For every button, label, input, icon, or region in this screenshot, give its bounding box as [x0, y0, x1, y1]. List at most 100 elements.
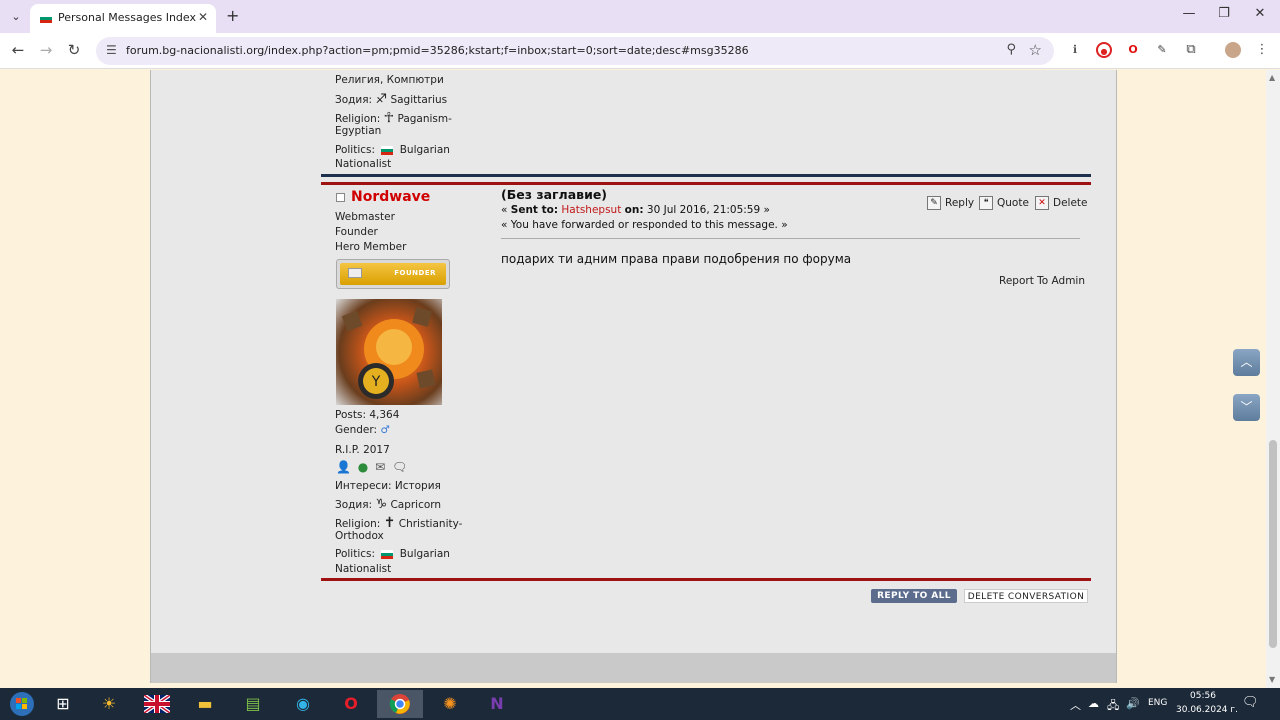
forward-arrow-icon[interactable]: → [36, 41, 56, 59]
id-card-icon [348, 268, 362, 278]
capricorn-icon: ♑ [375, 497, 388, 512]
founder-badge: FOUNDER [336, 259, 450, 289]
prev-religion-label: Religion: [335, 113, 381, 125]
prev-politics-value-2: Nationalist [335, 158, 392, 170]
tab-personal-messages[interactable]: Personal Messages Index ✕ [30, 4, 216, 33]
opera-browser-icon[interactable]: O [328, 690, 374, 718]
recipient-link[interactable]: Hatshepsut [561, 204, 621, 216]
extension-pen-icon[interactable]: ✎ [1154, 42, 1170, 58]
clock-time[interactable]: 05:56 [1190, 691, 1216, 701]
gender: Gender: ♂ [335, 424, 390, 436]
onenote-app-icon[interactable]: N [474, 690, 520, 718]
uk-language-flag-icon[interactable] [134, 690, 180, 718]
member-group: Hero Member [335, 241, 407, 253]
tab-search-chevron-icon[interactable]: ⌄ [6, 7, 26, 27]
personal-message-icon[interactable]: 🗨 [392, 460, 407, 474]
lion-emblem-icon: Y [341, 307, 436, 399]
post-separator [321, 174, 1091, 177]
start-button[interactable] [0, 690, 44, 718]
prev-religion-value-2: Egyptian [335, 125, 382, 137]
address-bar[interactable]: ☰ forum.bg-nacionalisti.org/index.php?ac… [96, 37, 1054, 65]
tab-bar: ⌄ Personal Messages Index ✕ + — ❐ ✕ [0, 0, 1280, 33]
network-icon[interactable]: 🖧 [1107, 697, 1119, 716]
extension-adblock-icon[interactable]: ● [1096, 42, 1112, 58]
scroll-down-arrow-icon[interactable]: ▼ [1269, 675, 1275, 684]
menu-kebab-icon[interactable]: ⋮ [1254, 42, 1270, 58]
custom-text: R.I.P. 2017 [335, 444, 390, 456]
close-window-button[interactable]: ✕ [1250, 6, 1270, 21]
report-to-admin-link[interactable]: Report To Admin [999, 275, 1085, 287]
delete-conversation-button[interactable]: DELETE CONVERSATION [964, 589, 1088, 603]
edge-browser-icon[interactable]: ◉ [280, 690, 326, 718]
message-subject: (Без заглавие) [501, 187, 608, 202]
extension-info-icon[interactable]: ℹ [1067, 42, 1083, 58]
volume-icon[interactable]: 🔊 [1126, 697, 1140, 710]
xnview-app-icon[interactable]: ✺ [427, 690, 473, 718]
forum-footer [151, 653, 1116, 683]
reload-icon[interactable]: ↻ [64, 41, 84, 59]
reply-to-all-button[interactable]: REPLY TO ALL [871, 589, 957, 603]
scroll-to-bottom-button[interactable]: ﹀ [1233, 394, 1260, 421]
quote-button[interactable]: ❝ Quote [979, 196, 1029, 210]
post-bottom-border [321, 578, 1091, 581]
site-info-icon[interactable]: ☰ [106, 43, 117, 57]
prev-interests: Религия, Компютри [335, 74, 444, 86]
email-icon[interactable]: ✉ [375, 460, 385, 474]
prev-zodiac-value: Sagittarius [390, 94, 448, 106]
extensions-puzzle-icon[interactable]: ⧉ [1183, 42, 1199, 58]
sent-prefix: « [501, 204, 511, 216]
sagittarius-icon: ♐ [375, 92, 388, 107]
file-explorer-icon[interactable]: ▬ [182, 690, 228, 718]
scroll-to-top-button[interactable]: ︿ [1233, 349, 1260, 376]
sent-to-label: Sent to: [510, 204, 559, 216]
notification-center-icon[interactable]: 🗨 [1242, 695, 1259, 710]
prev-zodiac-label: Зодия: [335, 94, 373, 106]
tab-title: Personal Messages Index [58, 11, 196, 24]
prev-religion-value: Paganism- [397, 113, 452, 125]
zoom-icon[interactable]: ⚲ [1006, 42, 1016, 57]
windows-taskbar: ⊞ ☀ ▬ ▤ ◉ O ✺ N ︿ ☁ 🖧 🔊 ENG 05:56 30.06.… [0, 688, 1280, 720]
profile-icon[interactable]: 👤 [336, 460, 351, 474]
new-tab-button[interactable]: + [226, 6, 239, 25]
tray-overflow-chevron-icon[interactable]: ︿ [1070, 697, 1081, 713]
clock-date[interactable]: 30.06.2024 г. [1176, 705, 1238, 715]
task-view-icon[interactable]: ⊞ [40, 690, 86, 718]
religion: Religion: ✝ Christianity- [335, 515, 462, 531]
member-title-webmaster: Webmaster [335, 211, 395, 223]
member-title-founder: Founder [335, 226, 378, 238]
page-scrollbar[interactable]: ▲ ▼ [1266, 70, 1280, 688]
poster-username[interactable]: Nordwave [351, 189, 430, 205]
founder-badge-text: FOUNDER [394, 269, 436, 277]
maximize-button[interactable]: ❐ [1214, 6, 1234, 21]
contact-icons: 👤 ● ✉ 🗨 [336, 460, 410, 474]
minimize-button[interactable]: — [1179, 6, 1199, 21]
bookmark-star-icon[interactable]: ☆ [1029, 41, 1042, 59]
message-header: « Sent to: Hatshepsut on: 30 Jul 2016, 2… [501, 204, 770, 216]
profile-avatar[interactable] [1225, 42, 1241, 58]
prev-politics-label: Politics: [335, 144, 376, 156]
scrollbar-thumb[interactable] [1269, 440, 1277, 648]
on-label: on: [624, 204, 644, 216]
tab-close-icon[interactable]: ✕ [198, 10, 208, 24]
delete-button[interactable]: ✕ Delete [1035, 196, 1088, 210]
cross-icon: ✝ [383, 515, 396, 531]
bulgaria-flag-icon [40, 14, 52, 23]
reply-button[interactable]: ✎ Reply [927, 196, 974, 210]
zodiac: Зодия: ♑ Capricorn [335, 497, 441, 512]
url-text[interactable]: forum.bg-nacionalisti.org/index.php?acti… [126, 44, 749, 57]
reply-label: Reply [945, 197, 975, 209]
extension-opera-icon[interactable]: O [1125, 42, 1141, 58]
religion-value: Christianity- [398, 518, 463, 530]
website-globe-icon[interactable]: ● [358, 460, 368, 474]
back-arrow-icon[interactable]: ← [8, 41, 28, 59]
notepad-app-icon[interactable]: ▤ [230, 690, 276, 718]
tray-cloud-icon[interactable]: ☁ [1088, 697, 1099, 710]
chrome-browser-icon[interactable] [377, 690, 423, 718]
weather-icon[interactable]: ☀ [86, 690, 132, 718]
chrome-logo-icon [389, 694, 410, 714]
reply-icon: ✎ [927, 196, 941, 210]
politics: Politics: Bulgarian [335, 548, 450, 560]
bulgaria-flag-icon [381, 145, 394, 155]
input-language[interactable]: ENG [1148, 698, 1167, 708]
scroll-up-arrow-icon[interactable]: ▲ [1269, 73, 1275, 82]
